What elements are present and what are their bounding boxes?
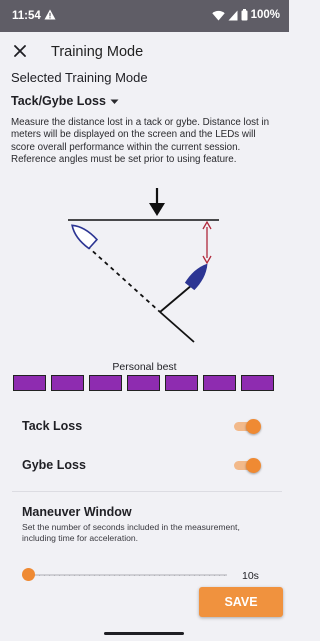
personal-best-bar xyxy=(51,375,84,391)
gybe-loss-toggle[interactable] xyxy=(234,458,262,473)
boat-track xyxy=(159,284,193,313)
boat-track-exit xyxy=(159,311,195,343)
gesture-nav-bar xyxy=(0,622,289,641)
mode-description: Measure the distance lost in a tack or g… xyxy=(11,117,270,166)
selected-mode-label: Selected Training Mode xyxy=(11,70,148,85)
maneuver-window-value: 10s xyxy=(242,570,259,582)
personal-best-bar xyxy=(89,375,122,391)
boat-filled-icon xyxy=(184,263,208,291)
boat-track-dashed xyxy=(86,245,161,313)
toggle-thumb xyxy=(246,458,261,473)
boat-outline-icon xyxy=(71,224,99,250)
battery-percent: 100% xyxy=(250,9,280,21)
maneuver-window-slider[interactable] xyxy=(22,568,227,582)
tack-loss-diagram xyxy=(68,188,219,343)
app-bar: Training Mode xyxy=(0,32,289,70)
caret-down-icon xyxy=(110,94,119,108)
maneuver-window-title: Maneuver Window xyxy=(22,505,132,519)
distance-lost-arrow xyxy=(202,220,212,265)
training-mode-value: Tack/Gybe Loss xyxy=(11,94,106,108)
page-title: Training Mode xyxy=(51,44,144,60)
personal-best-label: Personal best xyxy=(112,361,177,373)
personal-best-bar xyxy=(127,375,160,391)
status-bar: 11:54 100% xyxy=(0,0,289,32)
divider xyxy=(12,491,282,492)
battery-icon xyxy=(241,9,248,21)
personal-best-bar xyxy=(165,375,198,391)
personal-best-bar xyxy=(241,375,274,391)
maneuver-window-description: Set the number of seconds included in th… xyxy=(22,522,240,543)
personal-best-bar xyxy=(13,375,46,391)
training-mode-dropdown[interactable]: Tack/Gybe Loss xyxy=(11,94,119,108)
gybe-loss-label: Gybe Loss xyxy=(22,458,86,472)
save-button[interactable]: SAVE xyxy=(199,587,283,617)
slider-ticks xyxy=(22,574,227,576)
personal-best-bar xyxy=(203,375,236,391)
warning-icon xyxy=(44,9,56,23)
status-time: 11:54 xyxy=(12,10,41,22)
wind-arrow-icon xyxy=(149,188,165,216)
tack-loss-toggle[interactable] xyxy=(234,419,262,434)
personal-best-bars xyxy=(13,375,274,391)
wifi-icon xyxy=(211,10,225,21)
close-icon[interactable] xyxy=(10,41,30,61)
toggle-thumb xyxy=(246,419,261,434)
slider-thumb[interactable] xyxy=(22,568,35,581)
tack-loss-label: Tack Loss xyxy=(22,419,83,433)
signal-icon xyxy=(228,10,238,21)
home-gesture-handle[interactable] xyxy=(104,632,184,635)
